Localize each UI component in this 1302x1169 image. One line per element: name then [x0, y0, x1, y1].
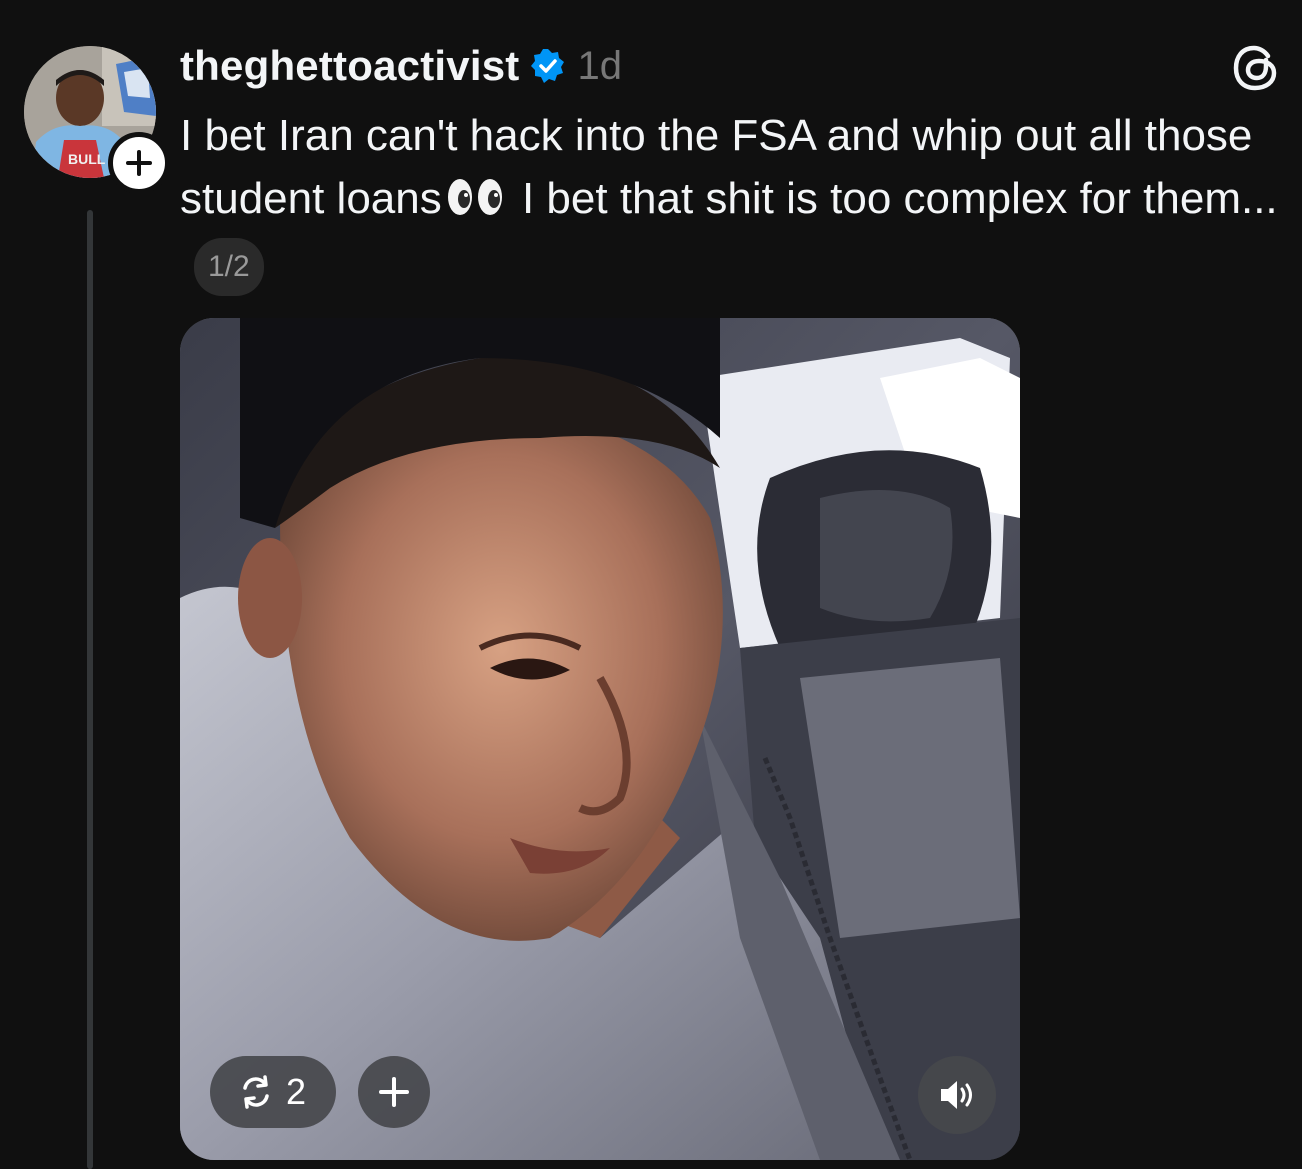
thread-line — [87, 210, 93, 1169]
username[interactable]: theghettoactivist — [180, 42, 519, 90]
post-header: theghettoactivist 1d — [180, 38, 622, 94]
follow-button[interactable] — [108, 132, 170, 194]
repost-icon — [243, 1075, 269, 1109]
page-indicator-badge: 1/2 — [194, 238, 264, 296]
threads-post: BULL theghettoactivist 1d I bet Iran can… — [0, 0, 1302, 1169]
add-button[interactable] — [358, 1056, 430, 1128]
sound-toggle-button[interactable] — [918, 1056, 996, 1134]
verified-badge-icon — [529, 47, 567, 85]
repost-button[interactable]: 2 — [210, 1056, 337, 1128]
svg-text:BULL: BULL — [68, 151, 106, 167]
plus-icon — [379, 1077, 409, 1107]
post-text: I bet Iran can't hack into the FSA and w… — [180, 104, 1280, 297]
speaker-icon — [941, 1081, 972, 1109]
avatar-container[interactable]: BULL — [24, 46, 170, 194]
threads-logo-icon[interactable] — [1228, 40, 1284, 96]
post-video[interactable]: 2 — [180, 318, 1020, 1160]
post-text-part-2: I bet that shit is too complex for them.… — [509, 174, 1278, 223]
post-time: 1d — [577, 43, 622, 88]
video-frame — [180, 318, 1020, 1160]
plus-icon — [126, 150, 152, 176]
eyes-emoji: 👀 — [446, 171, 504, 234]
repost-count: 2 — [286, 1071, 307, 1112]
